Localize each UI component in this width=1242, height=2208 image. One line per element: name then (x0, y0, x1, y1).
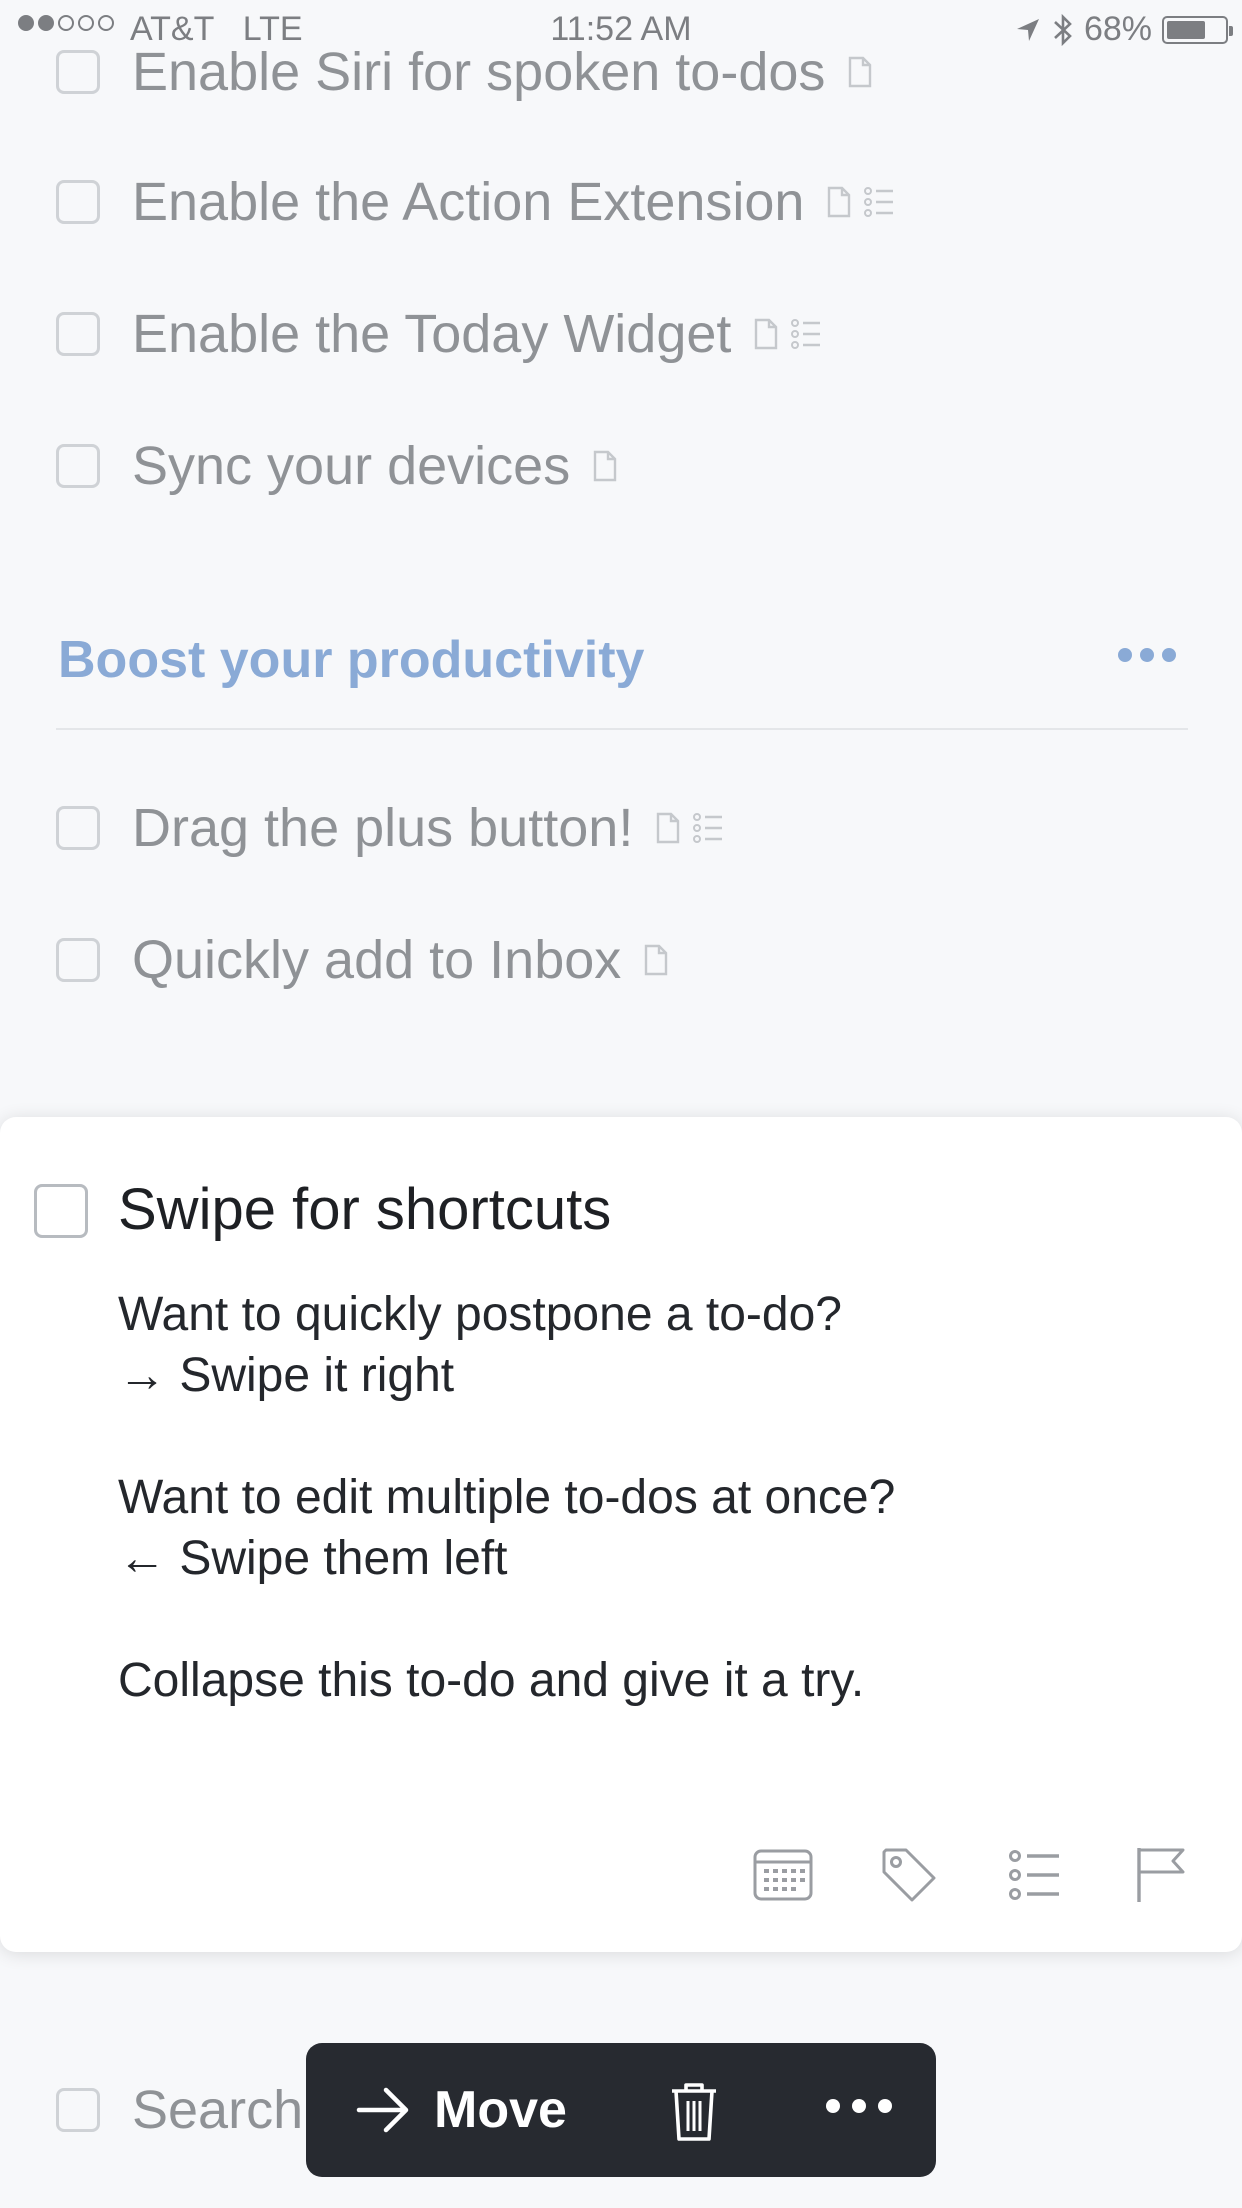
expanded-todo-title[interactable]: Swipe for shortcuts (118, 1176, 611, 1243)
todo-checkbox[interactable] (56, 938, 100, 982)
list-item[interactable]: Enable Siri for spoken to-dos (56, 42, 873, 102)
notes-line: Want to edit multiple to-dos at once? (118, 1471, 896, 1524)
move-button-label: Move (434, 2081, 567, 2139)
calendar-icon (753, 1849, 813, 1901)
when-button[interactable] (752, 1844, 814, 1906)
todo-label: Sync your devices (132, 436, 571, 496)
todo-checkbox[interactable] (56, 180, 100, 224)
multi-select-action-bar: Move (306, 2043, 936, 2177)
todo-label: Enable the Today Widget (132, 304, 732, 364)
notes-line: → Swipe it right (118, 1349, 455, 1402)
battery-percent: 68% (1083, 10, 1152, 48)
todo-checkbox[interactable] (56, 806, 100, 850)
todo-label: Quickly add to Inbox (132, 930, 622, 990)
more-actions-icon[interactable] (826, 2099, 892, 2113)
note-icon (594, 450, 617, 482)
note-icon (849, 56, 872, 88)
notes-line: ← Swipe them left (118, 1532, 508, 1585)
checklist-icon (791, 319, 821, 349)
list-item[interactable]: Search (56, 2080, 303, 2140)
notes-line: Collapse this to-do and give it a try. (118, 1654, 865, 1707)
checklist-icon (1009, 1850, 1059, 1900)
todo-label: Drag the plus button! (132, 798, 634, 858)
list-item[interactable]: Sync your devices (56, 436, 618, 496)
note-icon (645, 944, 668, 976)
note-icon (657, 812, 680, 844)
todo-checkbox[interactable] (56, 312, 100, 356)
note-icon (828, 186, 851, 218)
deadline-button[interactable] (1130, 1844, 1192, 1906)
tag-icon (882, 1848, 936, 1902)
battery-icon (1162, 15, 1233, 44)
note-icon (755, 318, 778, 350)
section-divider (56, 728, 1188, 730)
delete-button[interactable] (664, 2079, 724, 2143)
bluetooth-icon (1054, 13, 1072, 46)
todo-checkbox[interactable] (56, 50, 100, 94)
todo-label: Search (132, 2080, 304, 2140)
arrow-right-icon (356, 2087, 409, 2133)
todo-checkbox[interactable] (56, 2088, 100, 2132)
tag-button[interactable] (878, 1844, 940, 1906)
expanded-todo-checkbox[interactable] (34, 1184, 88, 1238)
notes-line: Want to quickly postpone a to-do? (118, 1288, 842, 1341)
trash-icon (672, 2083, 716, 2141)
expanded-todo-notes[interactable]: Want to quickly postpone a to-do? → Swip… (118, 1284, 895, 1711)
list-item[interactable]: Drag the plus button! (56, 798, 723, 858)
todo-label: Enable Siri for spoken to-dos (132, 42, 826, 102)
flag-icon (1137, 1848, 1185, 1902)
checklist-button[interactable] (1004, 1844, 1066, 1906)
section-heading[interactable]: Boost your productivity (58, 630, 644, 690)
list-item[interactable]: Enable the Action Extension (56, 172, 894, 232)
checklist-icon (693, 813, 723, 843)
move-button[interactable]: Move (356, 2073, 567, 2147)
todo-label: Enable the Action Extension (132, 172, 805, 232)
todo-checkbox[interactable] (56, 444, 100, 488)
location-arrow-icon (1016, 18, 1039, 41)
checklist-icon (864, 187, 894, 217)
list-item[interactable]: Quickly add to Inbox (56, 930, 669, 990)
list-item[interactable]: Enable the Today Widget (56, 304, 821, 364)
section-more-icon[interactable] (1118, 648, 1176, 662)
